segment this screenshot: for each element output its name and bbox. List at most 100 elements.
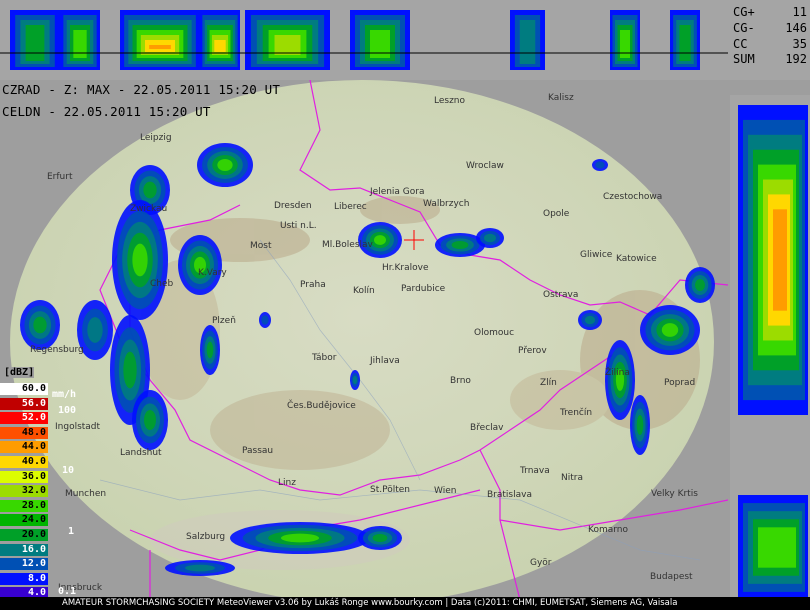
radar-map[interactable]: CZRAD - Z: MAX - 22.05.2011 15:20 UT CEL… — [0, 80, 728, 600]
city-label: Brno — [450, 376, 471, 386]
city-label: Cheb — [150, 279, 174, 289]
radar-echo — [206, 341, 214, 359]
radar-echo — [261, 315, 269, 325]
city-label: Salzburg — [186, 532, 226, 542]
city-label: Plzeň — [212, 316, 236, 326]
city-label: Regensburg — [30, 345, 84, 355]
radar-map-graphic — [10, 80, 728, 600]
radar-echo — [484, 233, 496, 243]
lightning-value: 146 — [785, 21, 807, 35]
legend-level: 20.0 — [0, 529, 48, 541]
city-label: Most — [250, 241, 272, 251]
radar-echo — [185, 564, 215, 572]
cross-section-echo — [25, 25, 45, 61]
radar-echo — [280, 533, 320, 543]
cross-section-echo — [679, 25, 691, 61]
city-label: Přerov — [518, 346, 547, 356]
radar-echo — [636, 415, 644, 435]
city-label: Passau — [242, 446, 274, 456]
radar-echo — [661, 323, 679, 337]
city-label: Tábor — [312, 353, 337, 363]
city-label: Čes.Budějovice — [287, 401, 356, 411]
radar-echo — [374, 235, 386, 245]
side-cross-section — [730, 95, 810, 600]
cross-section-echo — [73, 30, 87, 58]
radar-echo — [595, 161, 605, 169]
top-cross-section — [0, 0, 728, 80]
legend-level: 40.0 — [0, 456, 48, 468]
city-label: Olomouc — [474, 328, 515, 338]
city-label: Kalisz — [548, 93, 574, 103]
lightning-value: 11 — [792, 5, 807, 19]
lightning-label: CG- — [733, 21, 755, 35]
lightning-label: SUM — [733, 52, 755, 66]
city-label: Ml.Boleslav — [322, 240, 373, 250]
city-label: Praha — [300, 280, 326, 290]
radar-echo — [33, 316, 47, 334]
city-label: Katowice — [616, 254, 657, 264]
radar-echo — [584, 315, 596, 325]
radar-echo — [217, 159, 233, 171]
city-label: Břeclav — [470, 423, 504, 433]
city-label: Dresden — [274, 201, 312, 211]
rain-mark: 10 — [62, 465, 75, 476]
radar-echo — [87, 317, 103, 343]
city-label: Hr.Kralove — [382, 263, 429, 273]
legend-rain-unit: mm/h — [52, 389, 77, 400]
city-label: Zlín — [540, 378, 557, 388]
city-label: Zwickau — [130, 204, 168, 214]
city-label: Velky Krtis — [651, 489, 698, 499]
city-label: Landshut — [120, 448, 162, 458]
legend-level: 60.0 — [0, 383, 48, 395]
city-label: Kolín — [353, 286, 375, 296]
footer-credits: AMATEUR STORMCHASING SOCIETY MeteoViewer… — [62, 598, 678, 608]
legend-level: 56.0 — [0, 397, 48, 410]
city-label: Gliwice — [580, 250, 613, 260]
radar-echo — [123, 351, 137, 389]
lightning-label: CG+ — [733, 5, 755, 19]
city-label: Walbrzych — [423, 199, 470, 209]
footer-bar: AMATEUR STORMCHASING SOCIETY MeteoViewer… — [0, 597, 810, 610]
lightning-counts-panel: CG+ 11 CG- 146 CC 35 SUM 192 — [728, 0, 810, 80]
cross-section-echo — [274, 35, 301, 55]
legend-level: 32.0 — [0, 485, 48, 498]
lightning-row: CC 35 — [733, 37, 807, 51]
cross-section-echo — [149, 45, 171, 49]
lightning-value: 35 — [792, 37, 807, 51]
lightning-row: CG+ 11 — [733, 5, 807, 19]
city-label: Budapest — [650, 572, 693, 582]
lightning-value: 192 — [785, 52, 807, 66]
legend-level: 8.0 — [0, 572, 48, 585]
city-label: Ostrava — [543, 290, 579, 300]
city-label: Czestochowa — [603, 192, 663, 202]
legend-level: 52.0 — [0, 412, 48, 425]
legend-unit: [dBZ] — [4, 367, 35, 378]
dbz-legend: [dBZ] mm/h 60.0 56.0 52.0 48.0 44.0 40.0 36.0 3… — [0, 367, 80, 600]
city-label: Poprad — [664, 378, 696, 388]
city-label: Györ — [530, 558, 552, 568]
side-cross-section-graphic — [738, 105, 808, 600]
city-label: Wroclaw — [466, 161, 504, 171]
legend-level: 16.0 — [0, 543, 48, 556]
city-label: Leszno — [434, 96, 466, 106]
radar-echo — [143, 181, 157, 199]
city-label: K.Vary — [198, 268, 227, 278]
city-label: Trenčín — [560, 408, 593, 418]
legend-level: 44.0 — [0, 441, 48, 454]
city-label: Bratislava — [487, 490, 532, 500]
city-label: Opole — [543, 209, 570, 219]
cross-section-echo — [519, 20, 536, 64]
radar-echo — [372, 534, 388, 542]
rain-mark: 1 — [68, 526, 75, 537]
legend-level: 36.0 — [0, 470, 48, 483]
cross-section-echo — [214, 40, 226, 52]
radar-echo — [451, 241, 469, 249]
city-label: Pardubice — [401, 284, 446, 294]
radar-echo — [352, 375, 358, 385]
cross-section-echo — [620, 30, 630, 58]
city-label: Wien — [434, 486, 457, 496]
legend-level: 24.0 — [0, 514, 48, 527]
city-label: Linz — [278, 478, 296, 488]
city-label: Leipzig — [140, 133, 172, 143]
lightning-header: CELDN - 22.05.2011 15:20 UT — [2, 104, 211, 119]
